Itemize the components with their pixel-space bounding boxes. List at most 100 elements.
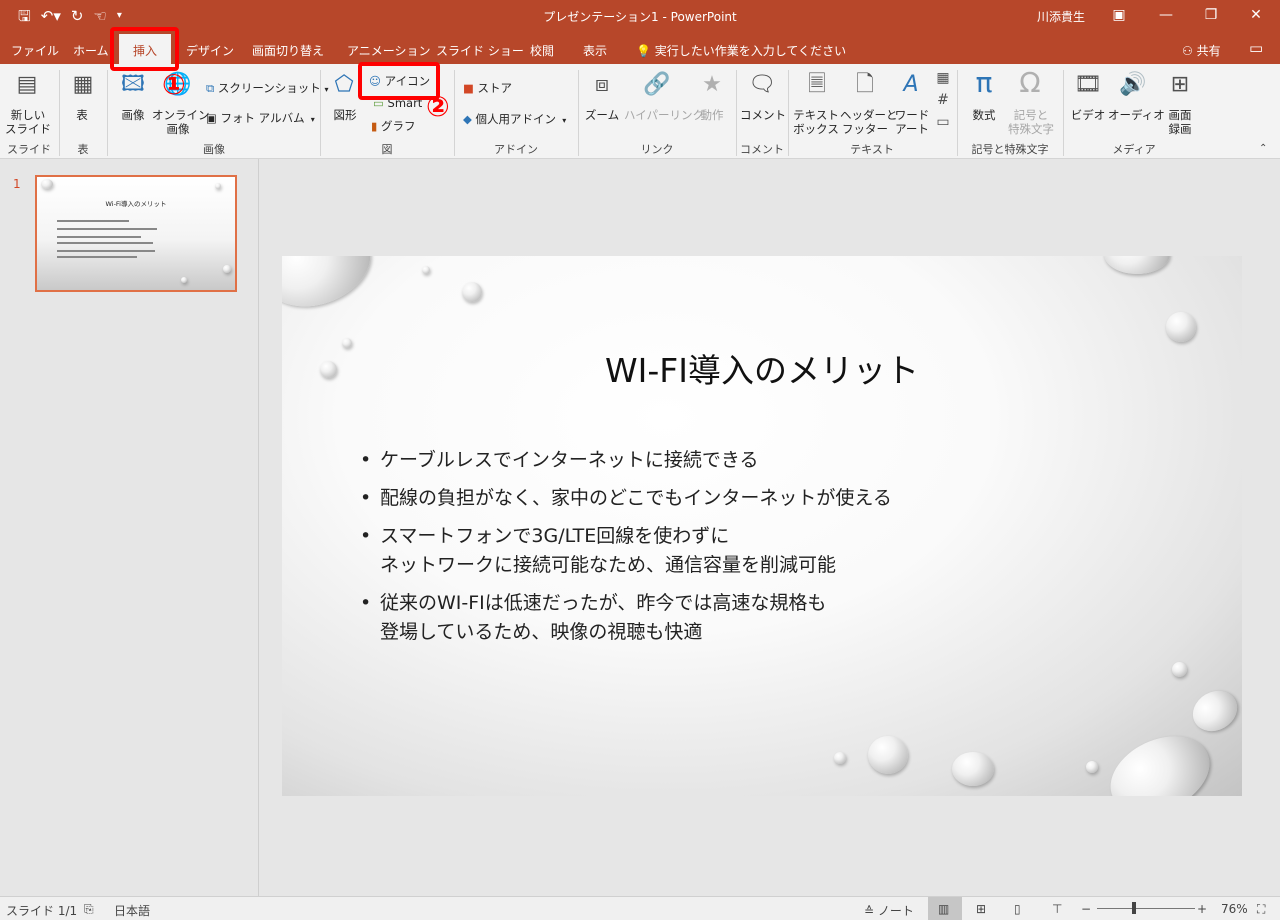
zoom-slider-thumb[interactable]	[1132, 902, 1137, 914]
collapse-ribbon-icon[interactable]: ⌃	[1259, 143, 1267, 154]
restore-icon[interactable]: ❐	[1196, 5, 1226, 25]
online-pictures-button[interactable]: オンライン 画像	[152, 108, 210, 136]
highlight-insert-tab	[110, 27, 179, 71]
slide-title[interactable]: WI-FI導入のメリット	[282, 344, 1242, 392]
video-icon[interactable]: 🎞	[1073, 72, 1103, 98]
video-button[interactable]: ビデオ	[1066, 108, 1110, 122]
action-button[interactable]: 動作	[692, 108, 732, 122]
person-icon: ⚇	[1182, 44, 1193, 58]
photo-album-button[interactable]: ▣ フォト アルバム ▾	[206, 111, 315, 127]
screenshot-button[interactable]: ⧉ スクリーンショット ▾	[206, 81, 328, 97]
slide-bullet-list[interactable]: ケーブルレスでインターネットに接続できる 配線の負担がなく、家中のどこでもインタ…	[360, 446, 892, 656]
water-drop-decoration	[1172, 662, 1187, 677]
textbox-icon[interactable]: 🗏	[802, 72, 832, 98]
user-name[interactable]: 川添貴生	[1037, 8, 1085, 25]
slide-canvas[interactable]: WI-FI導入のメリット ケーブルレスでインターネットに接続できる 配線の負担が…	[282, 256, 1242, 796]
screen-recording-label-1: 画面	[1168, 108, 1192, 122]
slide-sorter-view-icon[interactable]: ⊞	[976, 902, 986, 916]
zoom-level[interactable]: 76%	[1221, 902, 1248, 916]
reading-view-icon[interactable]: ▯	[1014, 902, 1021, 916]
symbol-icon[interactable]: Ω	[1014, 69, 1046, 97]
comment-button[interactable]: コメント	[740, 108, 786, 122]
notes-button[interactable]: ≙ ノート	[864, 902, 914, 919]
audio-button[interactable]: オーディオ	[1108, 108, 1165, 122]
zoom-button[interactable]: ズーム	[580, 108, 624, 122]
tab-transitions[interactable]: 画面切り替え	[252, 42, 324, 59]
textbox-button[interactable]: テキスト ボックス	[792, 108, 840, 136]
screen-recording-icon[interactable]: ⊞	[1165, 72, 1195, 98]
slide-thumbnail[interactable]: Wi-Fi導入のメリット	[35, 175, 237, 292]
bullet-line: ケーブルレスでインターネットに接続できる	[380, 449, 759, 471]
chevron-down-icon: ▾	[559, 116, 567, 125]
tab-design[interactable]: デザイン	[186, 42, 234, 59]
table-icon[interactable]: ▦	[68, 72, 98, 98]
group-media-label: メディア	[1112, 143, 1156, 156]
pane-separator[interactable]	[258, 159, 259, 896]
group-links-label: リンク	[640, 143, 674, 156]
zoom-out-icon[interactable]: −	[1081, 902, 1091, 916]
zoom-in-icon[interactable]: +	[1197, 902, 1207, 916]
header-footer-button[interactable]: ヘッダーと フッター	[840, 108, 898, 136]
share-button[interactable]: ⚇ 共有	[1182, 42, 1221, 59]
thumbnail-text-line	[57, 242, 153, 244]
chart-button[interactable]: ▮ グラフ	[371, 119, 416, 133]
chevron-down-icon: ▾	[324, 85, 329, 94]
new-slide-button[interactable]: 新しい スライド	[3, 108, 53, 136]
zoom-slider[interactable]	[1097, 908, 1195, 909]
close-icon[interactable]: ✕	[1241, 5, 1271, 25]
header-footer-icon[interactable]: 🗋	[850, 72, 880, 98]
language-indicator[interactable]: 日本語	[114, 902, 150, 919]
lightbulb-icon: 💡	[636, 44, 651, 58]
header-footer-label-2: フッター	[842, 122, 888, 136]
bullet-line: ネットワークに接続可能なため、通信容量を削減可能	[380, 554, 837, 576]
thumbnail-title: Wi-Fi導入のメリット	[105, 200, 167, 208]
photo-album-icon: ▣	[206, 111, 217, 125]
table-button[interactable]: 表	[62, 108, 102, 122]
wordart-icon[interactable]: A	[896, 72, 926, 98]
pictures-icon[interactable]: 🖾	[118, 72, 148, 98]
equation-button[interactable]: 数式	[962, 108, 1006, 122]
new-slide-icon[interactable]: ▤	[12, 72, 42, 98]
tab-animations[interactable]: アニメーション	[347, 42, 431, 59]
group-illustrations-label: 図	[381, 143, 393, 156]
symbol-button[interactable]: 記号と 特殊文字	[1004, 108, 1058, 136]
tab-review[interactable]: 校閲	[530, 42, 554, 59]
tab-view[interactable]: 表示	[583, 42, 607, 59]
store-button[interactable]: ■ ストア	[463, 81, 512, 95]
step-2-marker: ②	[426, 90, 450, 123]
ribbon-display-options-icon[interactable]: ▣	[1104, 5, 1134, 25]
hyperlink-button[interactable]: ハイパーリンク	[624, 108, 704, 122]
slideshow-view-icon[interactable]: ⊤	[1052, 902, 1062, 916]
minimize-icon[interactable]: —	[1151, 5, 1181, 25]
tab-file[interactable]: ファイル	[11, 42, 59, 59]
screen-recording-button[interactable]: 画面 録画	[1160, 108, 1200, 136]
equation-icon[interactable]: π	[968, 69, 1000, 97]
tell-me-text: 実行したい作業を入力してください	[654, 44, 847, 58]
tab-home[interactable]: ホーム	[73, 42, 109, 59]
my-addins-button[interactable]: ◆ 個人用アドイン ▾	[463, 112, 566, 128]
shapes-button[interactable]: 図形	[326, 108, 364, 122]
online-pictures-label-1: オンライン	[152, 108, 210, 122]
fit-to-window-icon[interactable]: ⛶	[1257, 902, 1265, 917]
bullet-line: 従来のWI-FIは低速だったが、昨今では高速な規格も	[380, 592, 827, 614]
shapes-icon[interactable]: ⬠	[329, 72, 359, 98]
date-time-icon[interactable]: ▦	[934, 70, 952, 86]
water-drop-decoration	[1185, 683, 1242, 739]
tab-slideshow[interactable]: スライド ショー	[436, 42, 524, 59]
spelling-check-icon[interactable]: ⎘	[84, 902, 94, 917]
normal-view-icon[interactable]: ▥	[938, 902, 949, 916]
status-bar: スライド 1/1 ⎘ 日本語 ≙ ノート ▥ ⊞ ▯ ⊤ − + 76% ⛶	[0, 896, 1280, 920]
tell-me-box[interactable]: 💡 実行したい作業を入力してください	[636, 42, 846, 59]
wordart-button[interactable]: ワード アート	[890, 108, 934, 136]
audio-icon[interactable]: 🔊	[1118, 72, 1148, 98]
photo-album-label: フォト アルバム	[220, 111, 305, 125]
hyperlink-icon[interactable]: 🔗	[642, 72, 672, 98]
slide-thumbnail-number: 1	[13, 177, 21, 191]
object-icon[interactable]: ▭	[934, 114, 952, 130]
pictures-button[interactable]: 画像	[113, 108, 153, 122]
zoom-icon[interactable]: ⧈	[587, 72, 617, 98]
comments-icon[interactable]: ▭	[1249, 39, 1263, 57]
slide-number-icon[interactable]: #	[934, 92, 952, 108]
new-comment-icon[interactable]: 🗨	[747, 72, 777, 98]
action-icon[interactable]: ★	[697, 72, 727, 98]
